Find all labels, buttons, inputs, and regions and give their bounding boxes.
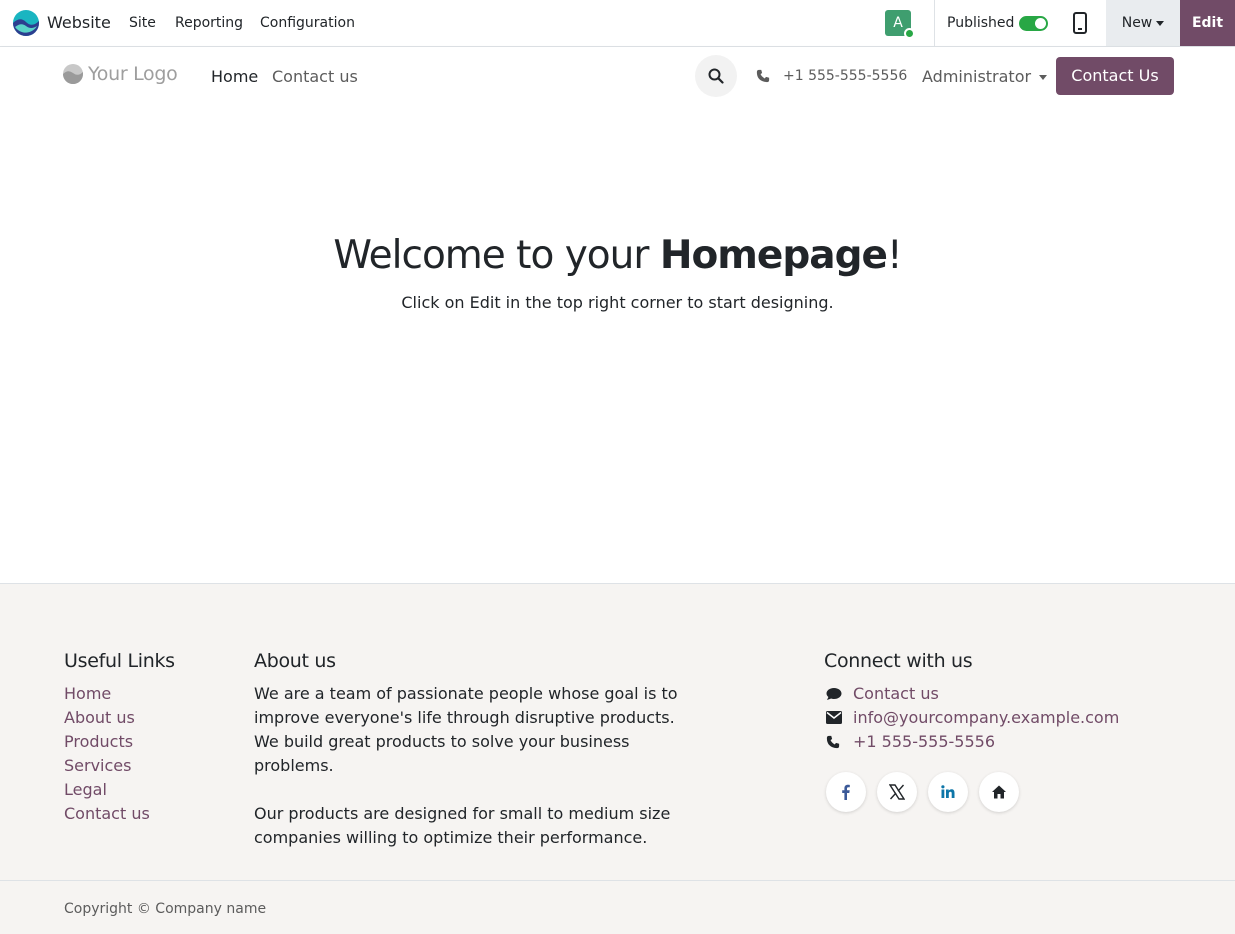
hero-section: Welcome to your Homepage! Click on Edit …	[0, 105, 1235, 583]
subtitle-prefix: Click on	[401, 293, 470, 312]
search-button[interactable]	[695, 55, 737, 97]
edit-button[interactable]: Edit	[1180, 0, 1235, 46]
title-prefix: Welcome to your	[333, 233, 660, 278]
caret-down-icon	[1156, 20, 1165, 26]
linkedin-link[interactable]	[928, 772, 968, 812]
page-title: Welcome to your Homepage!	[0, 233, 1235, 278]
new-button[interactable]: New	[1106, 0, 1180, 46]
footer: Useful Links Home About us Products Serv…	[0, 583, 1235, 880]
chat-bubble-icon	[826, 688, 842, 700]
logo-text[interactable]: Your Logo	[88, 63, 178, 85]
footer-link-legal[interactable]: Legal	[64, 778, 150, 802]
connect-contact[interactable]: Contact us	[824, 682, 1119, 706]
menu-site[interactable]: Site	[129, 15, 156, 31]
menu-reporting[interactable]: Reporting	[175, 15, 243, 31]
facebook-icon	[842, 784, 850, 800]
about-text: We are a team of passionate people whose…	[254, 682, 694, 874]
phone-icon	[826, 735, 840, 749]
copyright-bar: Copyright © Company name	[0, 880, 1235, 934]
linkedin-icon	[941, 785, 955, 798]
connect-phone-label: +1 555-555-5556	[853, 732, 996, 751]
subtitle-emphasis: Edit	[469, 293, 501, 312]
about-heading: About us	[254, 650, 336, 672]
title-suffix: !	[886, 233, 903, 278]
footer-link-contact-us[interactable]: Contact us	[64, 802, 150, 826]
footer-link-about-us[interactable]: About us	[64, 706, 150, 730]
new-button-label: New	[1121, 15, 1153, 31]
divider	[934, 0, 935, 46]
subtitle-suffix: in the top right corner to start designi…	[500, 293, 834, 312]
phone-icon	[756, 69, 770, 83]
about-paragraph: Our products are designed for small to m…	[254, 804, 671, 847]
online-status-dot	[904, 28, 915, 39]
nav-home[interactable]: Home	[211, 67, 258, 86]
logo-icon[interactable]	[63, 64, 83, 84]
connect-heading: Connect with us	[824, 650, 973, 672]
search-icon	[708, 68, 724, 84]
caret-down-icon	[1039, 75, 1048, 80]
user-menu[interactable]: Administrator	[922, 67, 1048, 86]
x-icon	[889, 784, 905, 800]
about-paragraph: We are a team of passionate people whose…	[254, 684, 678, 775]
mobile-preview-icon[interactable]	[1072, 12, 1088, 34]
avatar-letter: A	[893, 15, 903, 31]
footer-link-products[interactable]: Products	[64, 730, 150, 754]
site-header: Your Logo Home Contact us +1 555-555-555…	[0, 47, 1235, 105]
connect-phone[interactable]: +1 555-555-5556	[824, 730, 1119, 754]
nav-contact-us[interactable]: Contact us	[272, 67, 358, 86]
menu-configuration[interactable]: Configuration	[260, 15, 355, 31]
toggle-knob	[1035, 18, 1046, 29]
connect-list: Contact us info@yourcompany.example.com …	[824, 682, 1119, 754]
user-avatar[interactable]: A	[885, 10, 915, 39]
app-name[interactable]: Website	[47, 13, 111, 32]
connect-email-label: info@yourcompany.example.com	[853, 708, 1120, 727]
footer-link-services[interactable]: Services	[64, 754, 150, 778]
page-subtitle: Click on Edit in the top right corner to…	[0, 293, 1235, 312]
connect-contact-label: Contact us	[853, 684, 939, 703]
title-bold: Homepage	[659, 233, 888, 278]
copyright-text: Copyright © Company name	[64, 901, 267, 917]
contact-us-button[interactable]: Contact Us	[1056, 57, 1174, 95]
x-link[interactable]	[877, 772, 917, 812]
facebook-link[interactable]	[826, 772, 866, 812]
edit-button-label: Edit	[1191, 15, 1224, 31]
admin-navbar: Website Site Reporting Configuration A P…	[0, 0, 1235, 47]
website-app-icon[interactable]	[13, 10, 39, 36]
contact-us-button-label: Contact Us	[1071, 66, 1159, 85]
envelope-icon	[826, 711, 842, 724]
home-icon	[992, 785, 1006, 799]
home-link[interactable]	[979, 772, 1019, 812]
connect-email[interactable]: info@yourcompany.example.com	[824, 706, 1119, 730]
footer-link-home[interactable]: Home	[64, 682, 150, 706]
header-phone[interactable]: +1 555-555-5556	[783, 68, 907, 84]
user-name: Administrator	[922, 67, 1032, 86]
useful-links-heading: Useful Links	[64, 650, 175, 672]
useful-links-list: Home About us Products Services Legal Co…	[64, 682, 150, 826]
published-toggle[interactable]	[1019, 16, 1048, 31]
published-label: Published	[947, 15, 1015, 31]
